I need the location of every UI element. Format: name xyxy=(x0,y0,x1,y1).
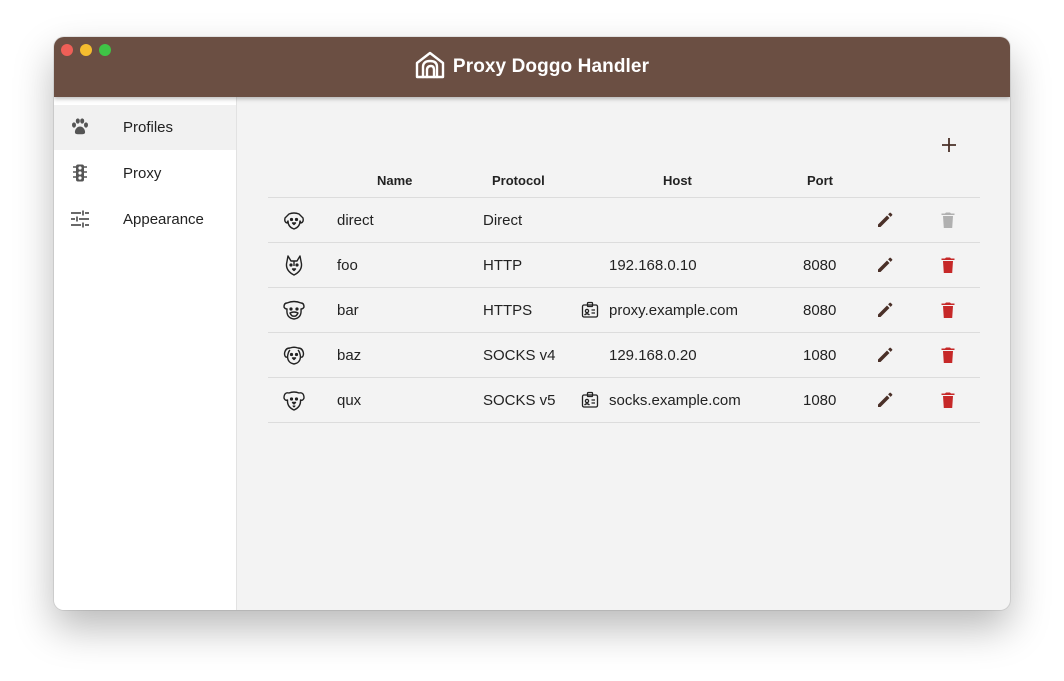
sliders-icon xyxy=(70,209,90,229)
table-row[interactable]: foo HTTP 192.168.0.10 8080 xyxy=(268,243,980,288)
edit-profile-button[interactable] xyxy=(875,345,895,365)
profile-port: 8080 xyxy=(803,257,837,274)
profiles-table: Name Protocol Host Port direct Direct fo… xyxy=(268,162,980,423)
profile-port: 1080 xyxy=(803,347,837,364)
delete-profile-button-disabled xyxy=(938,210,958,230)
table-header: Name Protocol Host Port xyxy=(268,162,980,198)
profile-name: direct xyxy=(337,212,374,229)
pencil-icon xyxy=(878,347,893,362)
title-bar: Proxy Doggo Handler xyxy=(54,37,1010,97)
husky-icon xyxy=(282,254,306,278)
column-header-protocol[interactable]: Protocol xyxy=(492,173,545,188)
plus-icon xyxy=(938,138,960,160)
profile-port: 1080 xyxy=(803,392,837,409)
bulldog-icon xyxy=(282,299,306,323)
id-badge-icon xyxy=(581,391,599,409)
profile-host: proxy.example.com xyxy=(609,302,738,319)
delete-profile-button[interactable] xyxy=(938,300,958,320)
profile-protocol: SOCKS v5 xyxy=(483,392,556,409)
delete-profile-button[interactable] xyxy=(938,390,958,410)
app-window: Proxy Doggo Handler Profiles Proxy Appea… xyxy=(54,37,1010,610)
sidebar-item-label: Appearance xyxy=(123,211,204,228)
app-title: Proxy Doggo Handler xyxy=(452,56,650,77)
sidebar-item-profiles[interactable]: Profiles xyxy=(54,105,236,150)
traffic-light-icon xyxy=(70,163,90,183)
profile-host: socks.example.com xyxy=(609,392,741,409)
profile-name: bar xyxy=(337,302,359,319)
profile-protocol: SOCKS v4 xyxy=(483,347,556,364)
sidebar-item-appearance[interactable]: Appearance xyxy=(54,197,236,242)
trash-icon xyxy=(941,347,955,363)
pencil-icon xyxy=(878,302,893,317)
delete-profile-button[interactable] xyxy=(938,255,958,275)
pencil-icon xyxy=(878,257,893,272)
profile-port: 8080 xyxy=(803,302,837,319)
sidebar-item-label: Profiles xyxy=(123,119,174,136)
edit-profile-button[interactable] xyxy=(875,255,895,275)
sidebar-item-label: Proxy xyxy=(123,165,162,182)
profile-host: 192.168.0.10 xyxy=(609,257,697,274)
sidebar: Profiles Proxy Appearance xyxy=(54,97,237,610)
dog-icon xyxy=(282,209,306,233)
trash-icon xyxy=(941,302,955,318)
edit-profile-button[interactable] xyxy=(875,390,895,410)
pencil-icon xyxy=(878,212,893,227)
table-row[interactable]: bar HTTPS proxy.example.com 8080 xyxy=(268,288,980,333)
doghouse-logo-icon xyxy=(415,51,445,84)
pencil-icon xyxy=(878,392,893,407)
table-row[interactable]: baz SOCKS v4 129.168.0.20 1080 xyxy=(268,333,980,378)
paw-icon xyxy=(70,117,90,137)
id-badge-icon xyxy=(581,301,599,319)
edit-profile-button[interactable] xyxy=(875,300,895,320)
delete-profile-button[interactable] xyxy=(938,345,958,365)
puppy-icon xyxy=(282,389,306,413)
profile-name: qux xyxy=(337,392,362,409)
profile-protocol: Direct xyxy=(483,212,523,229)
table-row[interactable]: direct Direct xyxy=(268,198,980,243)
sidebar-item-proxy[interactable]: Proxy xyxy=(54,151,236,196)
profile-protocol: HTTPS xyxy=(483,302,533,319)
profile-name: foo xyxy=(337,257,358,274)
trash-icon xyxy=(941,212,955,228)
column-header-host[interactable]: Host xyxy=(663,173,692,188)
column-header-port[interactable]: Port xyxy=(807,173,833,188)
profile-host: 129.168.0.20 xyxy=(609,347,697,364)
profiles-panel: Name Protocol Host Port direct Direct fo… xyxy=(237,97,1010,610)
hound-icon xyxy=(282,344,306,368)
profile-protocol: HTTP xyxy=(483,257,523,274)
edit-profile-button[interactable] xyxy=(875,210,895,230)
title-group: Proxy Doggo Handler xyxy=(54,51,1010,83)
profile-name: baz xyxy=(337,347,362,364)
table-row[interactable]: qux SOCKS v5 socks.example.com 1080 xyxy=(268,378,980,423)
trash-icon xyxy=(941,392,955,408)
add-profile-button[interactable] xyxy=(938,134,960,156)
trash-icon xyxy=(941,257,955,273)
column-header-name[interactable]: Name xyxy=(377,173,412,188)
